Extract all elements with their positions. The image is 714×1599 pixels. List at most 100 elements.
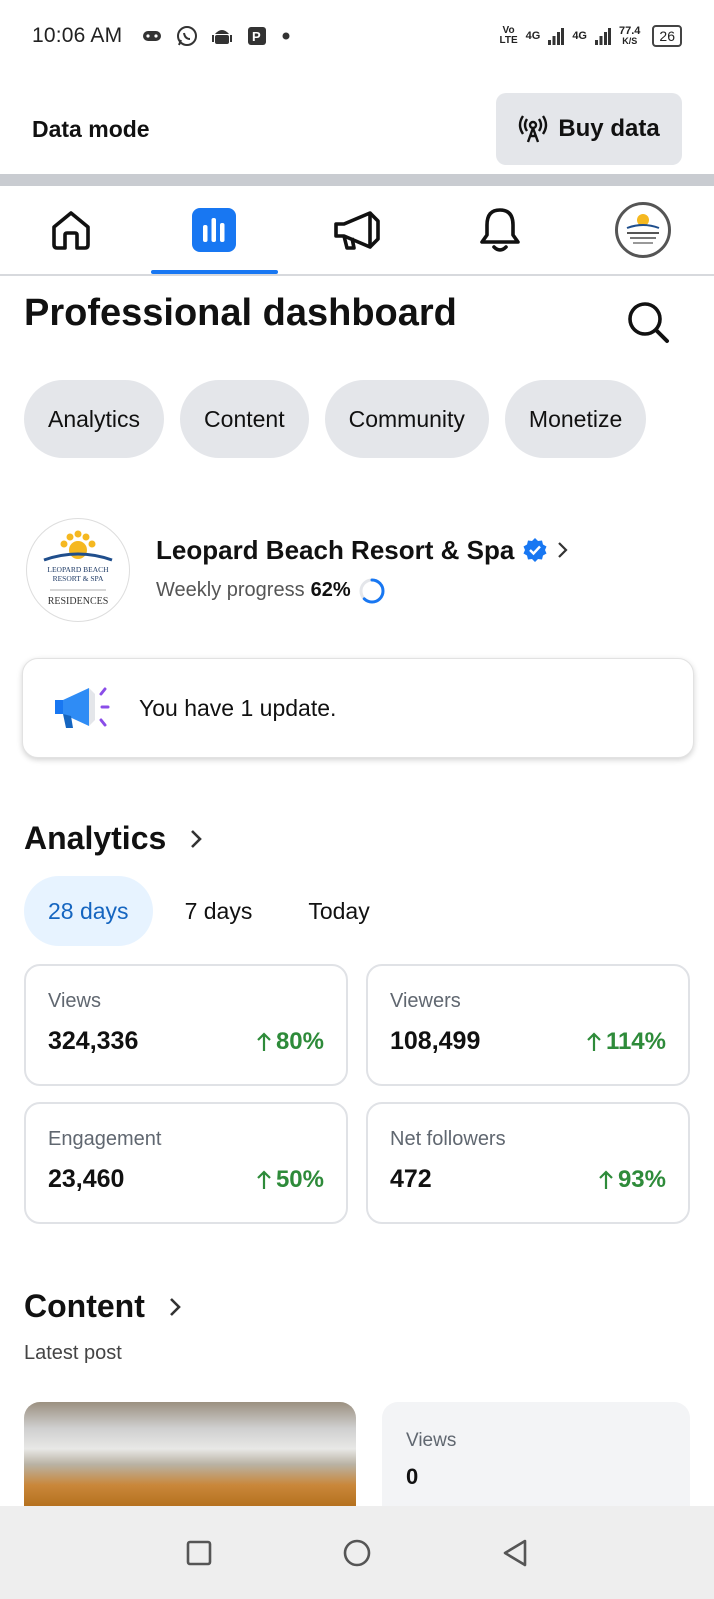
- tab-home[interactable]: [0, 186, 143, 274]
- analytics-title: Analytics: [24, 820, 167, 856]
- content-title: Content: [24, 1288, 145, 1324]
- whatsapp-icon: [177, 26, 198, 46]
- chevron-right-icon: [191, 829, 203, 848]
- search-button[interactable]: [622, 296, 674, 348]
- stat-change-value: 114%: [605, 1027, 666, 1055]
- logo-text-1: LEOPARD BEACH: [47, 565, 109, 574]
- volte-indicator: Vo LTE: [499, 26, 517, 46]
- stat-card-engagement[interactable]: Engagement 23,460 50%: [24, 1102, 348, 1224]
- arrow-up-icon: [257, 1031, 271, 1051]
- data-mode-label: Data mode: [32, 115, 150, 142]
- svg-text:P: P: [252, 29, 261, 44]
- volte-bottom: LTE: [499, 35, 518, 46]
- system-nav-bar: [0, 1506, 714, 1599]
- broadcast-icon: [519, 115, 548, 143]
- top-nav: [0, 186, 714, 276]
- signal-2-icon: [595, 28, 611, 45]
- home-circle-icon[interactable]: [342, 1538, 372, 1568]
- powerpoint-icon: P: [248, 27, 267, 45]
- tab-notifications[interactable]: [428, 186, 571, 274]
- logo-text-2: RESORT & SPA: [53, 574, 104, 583]
- signal-1-label: 4G: [525, 30, 541, 42]
- stat-change: 93%: [598, 1166, 666, 1194]
- tab-analytics[interactable]: [143, 186, 286, 274]
- chip-content[interactable]: Content: [180, 380, 309, 458]
- stat-change: 50%: [256, 1166, 324, 1194]
- speed-indicator: 77.4 K/S: [619, 25, 641, 47]
- speed-unit: K/S: [622, 36, 638, 46]
- stat-label: Engagement: [48, 1128, 162, 1150]
- stat-value: 108,499: [390, 1027, 481, 1055]
- stat-change: 114%: [586, 1028, 666, 1056]
- home-icon: [52, 211, 91, 250]
- stat-change-value: 80%: [275, 1027, 324, 1055]
- latest-post-label: Latest post: [24, 1342, 122, 1364]
- stat-label: Viewers: [390, 990, 461, 1012]
- post-views-label: Views: [406, 1430, 457, 1451]
- section-divider: [0, 174, 714, 186]
- status-time: 10:06 AM: [32, 24, 123, 47]
- page-profile[interactable]: LEOPARD BEACH RESORT & SPA RESIDENCES Le…: [26, 516, 686, 624]
- profile-avatar-small: [614, 202, 671, 258]
- stat-label: Net followers: [390, 1128, 506, 1150]
- stat-value: 324,336: [48, 1027, 139, 1055]
- gamepad-icon: [143, 31, 162, 41]
- chip-monetize[interactable]: Monetize: [504, 380, 647, 458]
- chip-community[interactable]: Community: [324, 380, 489, 458]
- range-tabs: 28 days 7 days Today: [24, 876, 394, 946]
- chevron-right-icon: [169, 1297, 181, 1316]
- stat-change-value: 50%: [275, 1165, 324, 1193]
- more-dot-icon: [282, 32, 290, 40]
- android-icon: [212, 30, 233, 44]
- arrow-up-icon: [257, 1169, 271, 1189]
- verified-badge-icon: [523, 538, 547, 562]
- stat-card-viewers[interactable]: Viewers 108,499 114%: [366, 964, 690, 1086]
- tab-ads[interactable]: [286, 186, 429, 274]
- update-card[interactable]: You have 1 update.: [22, 658, 694, 758]
- latest-post-thumbnail[interactable]: [24, 1402, 356, 1506]
- page-title: Professional dashboard: [24, 292, 457, 334]
- update-text: You have 1 update.: [139, 694, 337, 721]
- stat-card-views[interactable]: Views 324,336 80%: [24, 964, 348, 1086]
- buy-data-button[interactable]: Buy data: [496, 93, 682, 165]
- stat-value: 23,460: [48, 1165, 125, 1193]
- stat-value: 472: [390, 1165, 432, 1193]
- post-views-value: 0: [406, 1464, 419, 1489]
- stat-label: Views: [48, 990, 101, 1012]
- dashboard-chips: Analytics Content Community Monetize: [24, 380, 647, 458]
- range-tab-7-days[interactable]: 7 days: [161, 876, 277, 946]
- megaphone-color-icon: [55, 687, 110, 728]
- range-tab-28-days[interactable]: 28 days: [24, 876, 153, 946]
- chevron-right-icon: [558, 542, 568, 558]
- progress-value: 62%: [310, 579, 351, 601]
- chip-analytics[interactable]: Analytics: [24, 380, 165, 458]
- data-mode-bar: Data mode Buy data: [0, 84, 714, 174]
- stat-change: 80%: [256, 1028, 324, 1056]
- progress-label: Weekly progress: [156, 579, 305, 601]
- status-bar: 10:06 AM P Vo LTE 4G 4G 77.4 K/S 26: [0, 0, 714, 72]
- megaphone-icon: [334, 211, 380, 250]
- speed-value: 77.4: [619, 25, 641, 37]
- signal-2-label: 4G: [572, 30, 587, 42]
- stats-grid: Views 324,336 80% Viewers 108,499 114% E…: [24, 964, 690, 1224]
- page-name[interactable]: Leopard Beach Resort & Spa: [156, 535, 514, 566]
- signal-1-icon: [548, 28, 565, 45]
- stat-card-net-followers[interactable]: Net followers 472 93%: [366, 1102, 690, 1224]
- content-header[interactable]: Content: [24, 1288, 183, 1325]
- latest-post-stats[interactable]: Views 0: [382, 1402, 690, 1506]
- buy-data-label: Buy data: [558, 115, 660, 142]
- logo-text-3: RESIDENCES: [48, 596, 109, 607]
- range-tab-today[interactable]: Today: [284, 876, 393, 946]
- recents-icon[interactable]: [185, 1539, 213, 1567]
- resort-logo-icon: LEOPARD BEACH RESORT & SPA RESIDENCES: [43, 530, 113, 607]
- bell-icon: [479, 208, 520, 252]
- stat-change-value: 93%: [617, 1165, 666, 1193]
- tab-profile[interactable]: [571, 186, 714, 274]
- back-icon[interactable]: [501, 1538, 529, 1568]
- analytics-header[interactable]: Analytics: [24, 820, 204, 857]
- weekly-progress: Weekly progress 62%: [156, 576, 570, 606]
- analytics-icon: [192, 208, 237, 252]
- battery-indicator: 26: [652, 25, 682, 47]
- arrow-up-icon: [587, 1031, 601, 1051]
- resort-logo-icon: [626, 214, 659, 244]
